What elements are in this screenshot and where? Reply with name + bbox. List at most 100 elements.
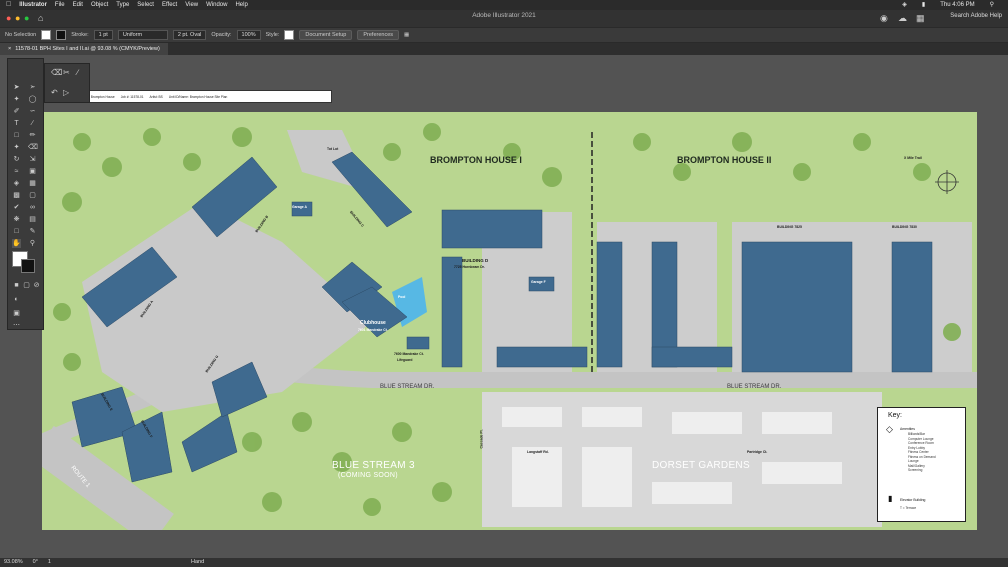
perspective-grid-icon[interactable]: ▦ — [28, 179, 37, 188]
lasso-icon[interactable]: ◯ — [28, 95, 37, 104]
label-blue-stream-3: BLUE STREAM 3 — [332, 460, 415, 471]
elevator-icon: ▮ — [888, 494, 893, 503]
eraser-icon[interactable]: ⌫ — [51, 68, 62, 77]
eraser-tool-icon[interactable]: ⌫ — [28, 143, 38, 152]
rotate-view-icon[interactable]: ↶ — [51, 88, 58, 97]
search-icon[interactable]: ⚲ — [990, 0, 994, 10]
reflect-icon[interactable]: ▷ — [63, 88, 69, 97]
account-icon[interactable]: ◉ — [880, 13, 888, 24]
width-tool-icon[interactable]: ≈ — [12, 167, 21, 176]
stroke-profile-select[interactable]: Uniform — [117, 30, 168, 40]
menu-clock[interactable]: Thu 4:06 PM — [940, 0, 974, 10]
fill-swatch[interactable] — [41, 30, 52, 40]
menu-help[interactable]: Help — [235, 0, 247, 10]
type-tool-icon[interactable]: T — [12, 119, 21, 128]
label-brompton-house-i: BROMPTON HOUSE I — [430, 155, 522, 165]
arrange-icon[interactable]: ▦ — [404, 32, 409, 38]
label-building-d: BUILDING D — [462, 258, 489, 263]
label-langstaff: Langstaff Rd. — [527, 450, 549, 454]
none-mode-icon[interactable]: ⊘ — [32, 281, 41, 290]
color-mode-icon[interactable]: ■ — [12, 281, 21, 290]
label-cascade: Cascade Pl. — [479, 429, 484, 449]
document-tab-label: 11578-01 BPH Sites I and II.ai @ 93.08 %… — [15, 46, 160, 52]
magic-wand-icon[interactable]: ✦ — [12, 95, 21, 104]
key-elevator: Elevator Building — [900, 498, 926, 502]
label-garage-f: Garage F — [531, 280, 546, 284]
label-tot-lot: Tot Lot — [327, 147, 339, 151]
selection-tool-icon[interactable]: ➤ — [12, 83, 21, 92]
rectangle-tool-icon[interactable]: □ — [12, 131, 21, 140]
brush-select[interactable]: 2 pt. Oval — [172, 30, 207, 40]
blend-tool-icon[interactable]: ∞ — [28, 203, 37, 212]
close-tab-icon[interactable]: × — [8, 46, 11, 52]
label-pool: Pool — [398, 295, 406, 299]
zoom-tool-icon[interactable]: ⚲ — [28, 239, 37, 248]
hand-tool-icon[interactable]: ✋ — [12, 239, 21, 248]
battery-icon[interactable]: ▮ — [922, 0, 925, 10]
slice-tool-icon[interactable]: ✎ — [28, 227, 37, 236]
document-tab[interactable]: × 11578-01 BPH Sites I and II.ai @ 93.08 … — [0, 43, 168, 55]
scissors-icon[interactable]: ✂ — [63, 68, 70, 77]
tool-flyout: ⌫ ✂ ∕ ↶ ▷ — [44, 63, 90, 103]
road-blue-stream-1: BLUE STREAM DR. — [380, 384, 435, 390]
document-setup-button[interactable]: Document Setup — [299, 30, 353, 40]
menu-effect[interactable]: Effect — [162, 0, 177, 10]
shaper-tool-icon[interactable]: ✦ — [12, 143, 21, 152]
preferences-button[interactable]: Preferences — [357, 30, 400, 40]
zoom-field[interactable]: 93.08% — [4, 558, 23, 567]
label-coming-soon: (COMING SOON) — [338, 472, 398, 479]
search-help[interactable]: Search Adobe Help — [950, 13, 1002, 19]
menu-app-name[interactable]: Illustrator — [19, 0, 47, 10]
style-swatch[interactable] — [284, 30, 295, 40]
symbol-sprayer-icon[interactable]: ❋ — [12, 215, 21, 224]
line-tool-icon[interactable]: ∕ — [28, 119, 37, 128]
gradient-tool-icon[interactable]: ▢ — [28, 191, 37, 200]
gradient-mode-icon[interactable]: ▢ — [22, 281, 31, 290]
screen-mode-icon[interactable]: ▣ — [12, 309, 21, 318]
current-tool-status: Hand — [190, 559, 205, 565]
artboard[interactable]: BROMPTON HOUSE I BROMPTON HOUSE II BLUE … — [42, 112, 977, 530]
menu-window[interactable]: Window — [206, 0, 227, 10]
menu-select[interactable]: Select — [137, 0, 154, 10]
label-brompton-house-ii: BROMPTON HOUSE II — [677, 155, 772, 165]
menu-object[interactable]: Object — [91, 0, 108, 10]
direct-selection-tool-icon[interactable]: ➣ — [28, 83, 37, 92]
menu-type[interactable]: Type — [116, 0, 129, 10]
menu-edit[interactable]: Edit — [73, 0, 83, 10]
stroke-swatch[interactable] — [56, 30, 67, 40]
app-title: Adobe Illustrator 2021 — [472, 12, 536, 19]
rotate-tool-icon[interactable]: ↻ — [12, 155, 21, 164]
status-bar: 93.08% 0° 1 Hand — [0, 558, 1008, 567]
rotation-field[interactable]: 0° — [33, 558, 38, 567]
key-amenity-list: Billiards/Bar Computer Lounge Conference… — [908, 432, 964, 473]
mesh-tool-icon[interactable]: ▩ — [12, 191, 21, 200]
label-building-7830: BUILDING 7830 — [892, 225, 917, 229]
artboard-navigation[interactable]: 1 — [48, 558, 51, 567]
title-unit: Unit ID/Name: Brompton House Site Plan — [168, 94, 228, 99]
free-transform-icon[interactable]: ▣ — [28, 167, 37, 176]
apple-icon[interactable]:  — [6, 0, 11, 10]
stroke-swatch-large[interactable] — [21, 259, 35, 273]
stroke-label: Stroke: — [71, 32, 89, 38]
wifi-icon[interactable]: ◈ — [902, 0, 907, 10]
stroke-weight-field[interactable]: 1 pt — [93, 30, 113, 40]
selection-status: No Selection — [5, 32, 37, 38]
pen-tool-icon[interactable]: ✐ — [12, 107, 21, 116]
draw-mode-icon[interactable]: ◐ — [12, 295, 21, 304]
cloud-icon[interactable]: ☁ — [898, 13, 907, 24]
shape-builder-icon[interactable]: ◈ — [12, 179, 21, 188]
paintbrush-icon[interactable]: ✏ — [28, 131, 37, 140]
workspace-icon[interactable]: ▦ — [916, 13, 925, 24]
knife-icon[interactable]: ∕ — [77, 68, 78, 77]
opacity-field[interactable]: 100% — [236, 30, 261, 40]
menu-view[interactable]: View — [185, 0, 198, 10]
artboard-tool-icon[interactable]: □ — [12, 227, 21, 236]
curvature-tool-icon[interactable]: ∽ — [28, 107, 37, 116]
macos-menubar:  Illustrator File Edit Object Type Sele… — [0, 0, 1008, 10]
graph-tool-icon[interactable]: ▤ — [28, 215, 37, 224]
menu-file[interactable]: File — [55, 0, 65, 10]
label-clubhouse: Clubhouse — [360, 320, 386, 326]
scale-tool-icon[interactable]: ⇲ — [28, 155, 37, 164]
more-tools-icon[interactable]: ⋯ — [12, 321, 21, 330]
eyedropper-icon[interactable]: ✔ — [12, 203, 21, 212]
